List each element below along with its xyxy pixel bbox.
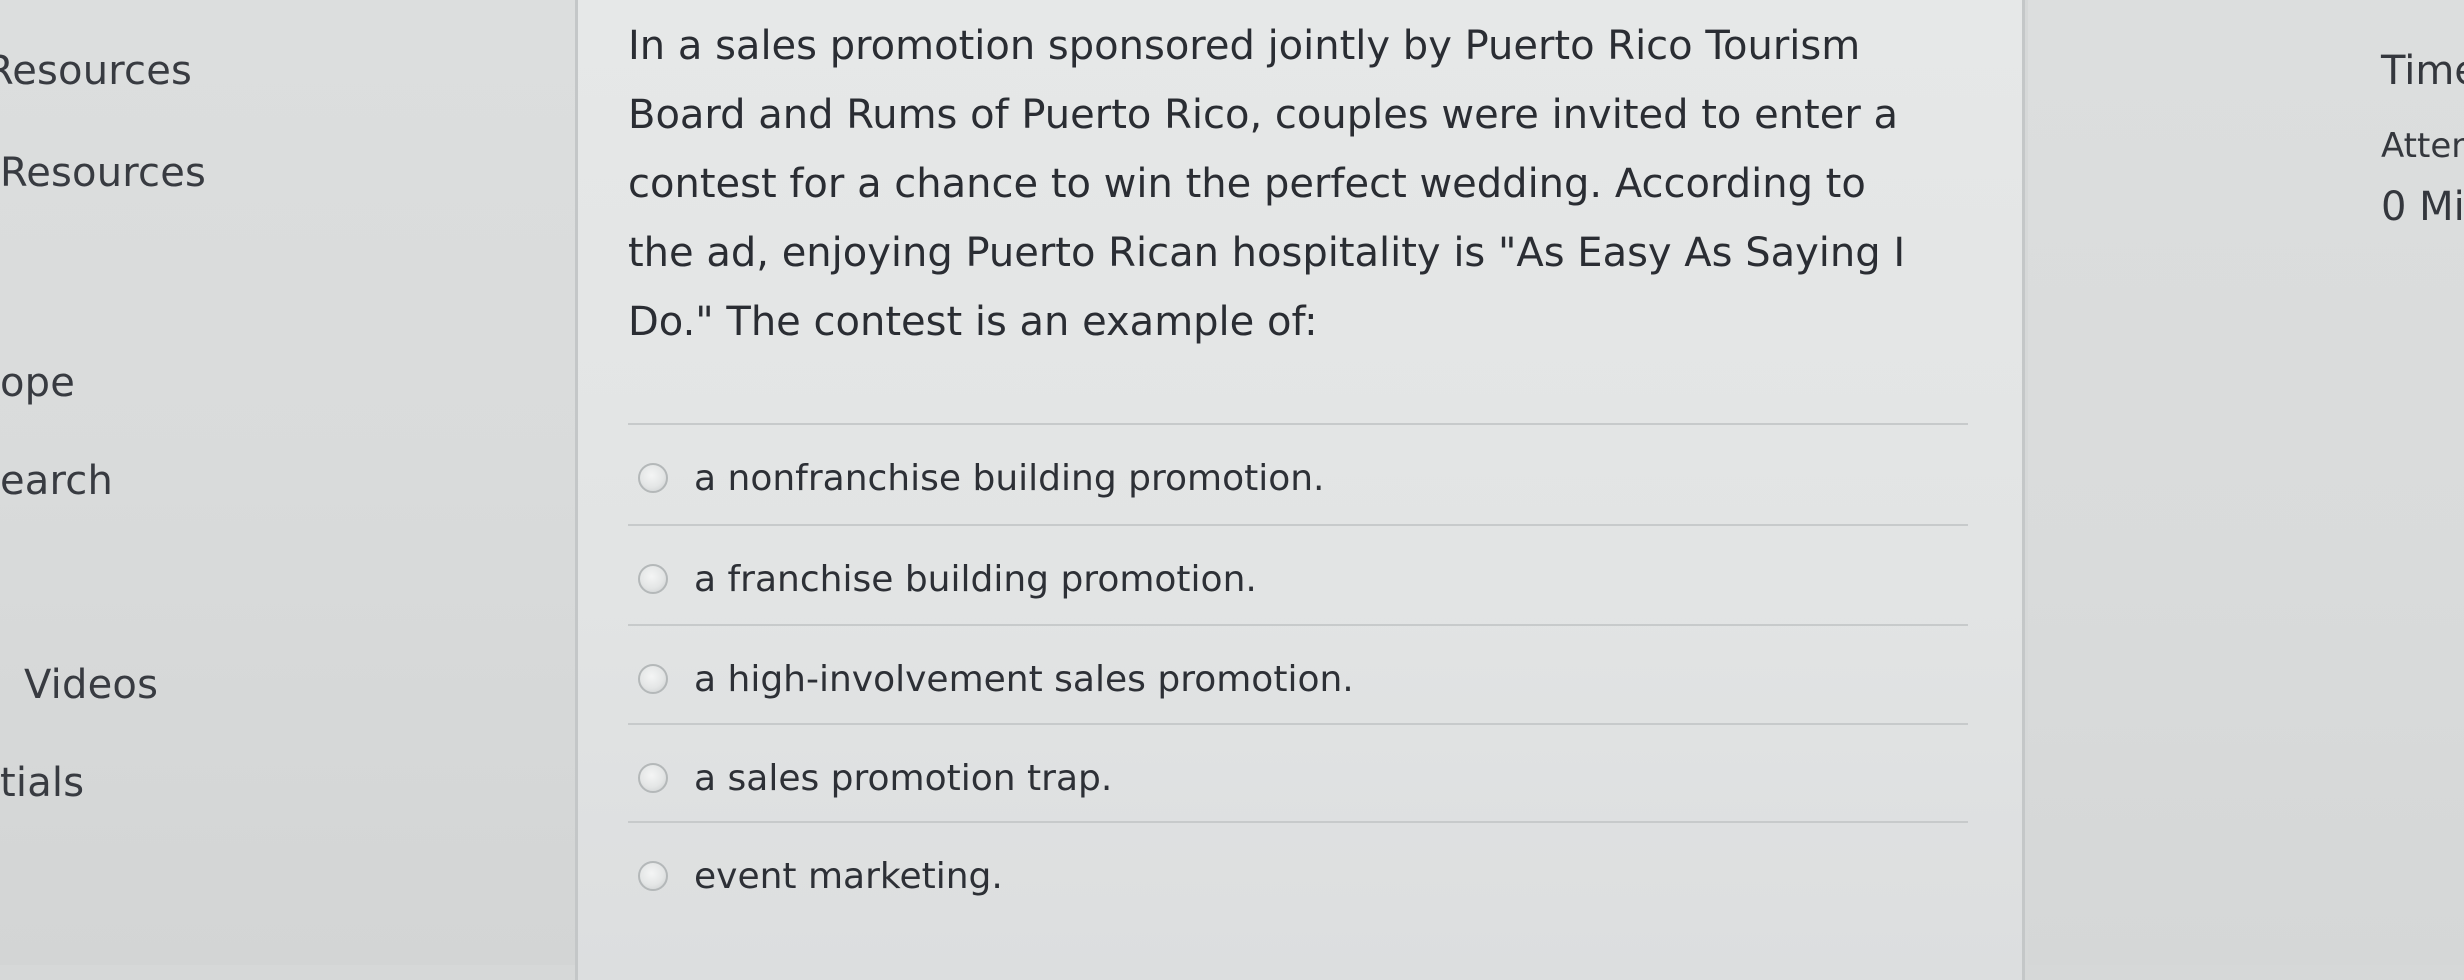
answer-label: a sales promotion trap. [694, 757, 1113, 799]
sidebar-item-resources-2[interactable]: Resources [0, 150, 206, 196]
answer-divider [628, 524, 1968, 526]
answer-label: a high-involvement sales promotion. [694, 658, 1354, 700]
radio-button-icon[interactable] [638, 861, 668, 891]
answer-option-5[interactable]: event marketing. [638, 846, 1938, 906]
answer-option-3[interactable]: a high-involvement sales promotion. [638, 649, 1938, 709]
answer-option-4[interactable]: a sales promotion trap. [638, 748, 1938, 808]
sidebar-item-videos[interactable]: Videos [24, 662, 158, 708]
course-sidebar: Resources Resources ope earch Videos tia… [0, 0, 575, 965]
answer-option-1[interactable]: a nonfranchise building promotion. [638, 448, 1938, 508]
sidebar-item-search[interactable]: earch [0, 458, 113, 504]
radio-button-icon[interactable] [638, 664, 668, 694]
answer-option-2[interactable]: a franchise building promotion. [638, 549, 1938, 609]
minutes-value: 0 Mi [2381, 184, 2464, 230]
answer-label: a franchise building promotion. [694, 558, 1257, 600]
answer-divider [628, 423, 1968, 425]
question-text: In a sales promotion sponsored jointly b… [628, 23, 1906, 345]
question-panel: In a sales promotion sponsored jointly b… [575, 0, 2025, 980]
quiz-info-panel: Time Atten 0 Mi [2028, 0, 2464, 965]
answer-label: a nonfranchise building promotion. [694, 457, 1325, 499]
sidebar-item-resources[interactable]: Resources [0, 48, 192, 94]
radio-button-icon[interactable] [638, 463, 668, 493]
sidebar-item-scope[interactable]: ope [0, 360, 75, 406]
radio-button-icon[interactable] [638, 763, 668, 793]
attempt-label: Atten [2381, 126, 2464, 166]
sidebar-item-tutorials[interactable]: tials [0, 760, 84, 806]
answer-label: event marketing. [694, 855, 1003, 897]
answer-divider [628, 624, 1968, 626]
time-label: Time [2381, 48, 2464, 94]
answer-divider [628, 723, 1968, 725]
answer-divider [628, 821, 1968, 823]
radio-button-icon[interactable] [638, 564, 668, 594]
